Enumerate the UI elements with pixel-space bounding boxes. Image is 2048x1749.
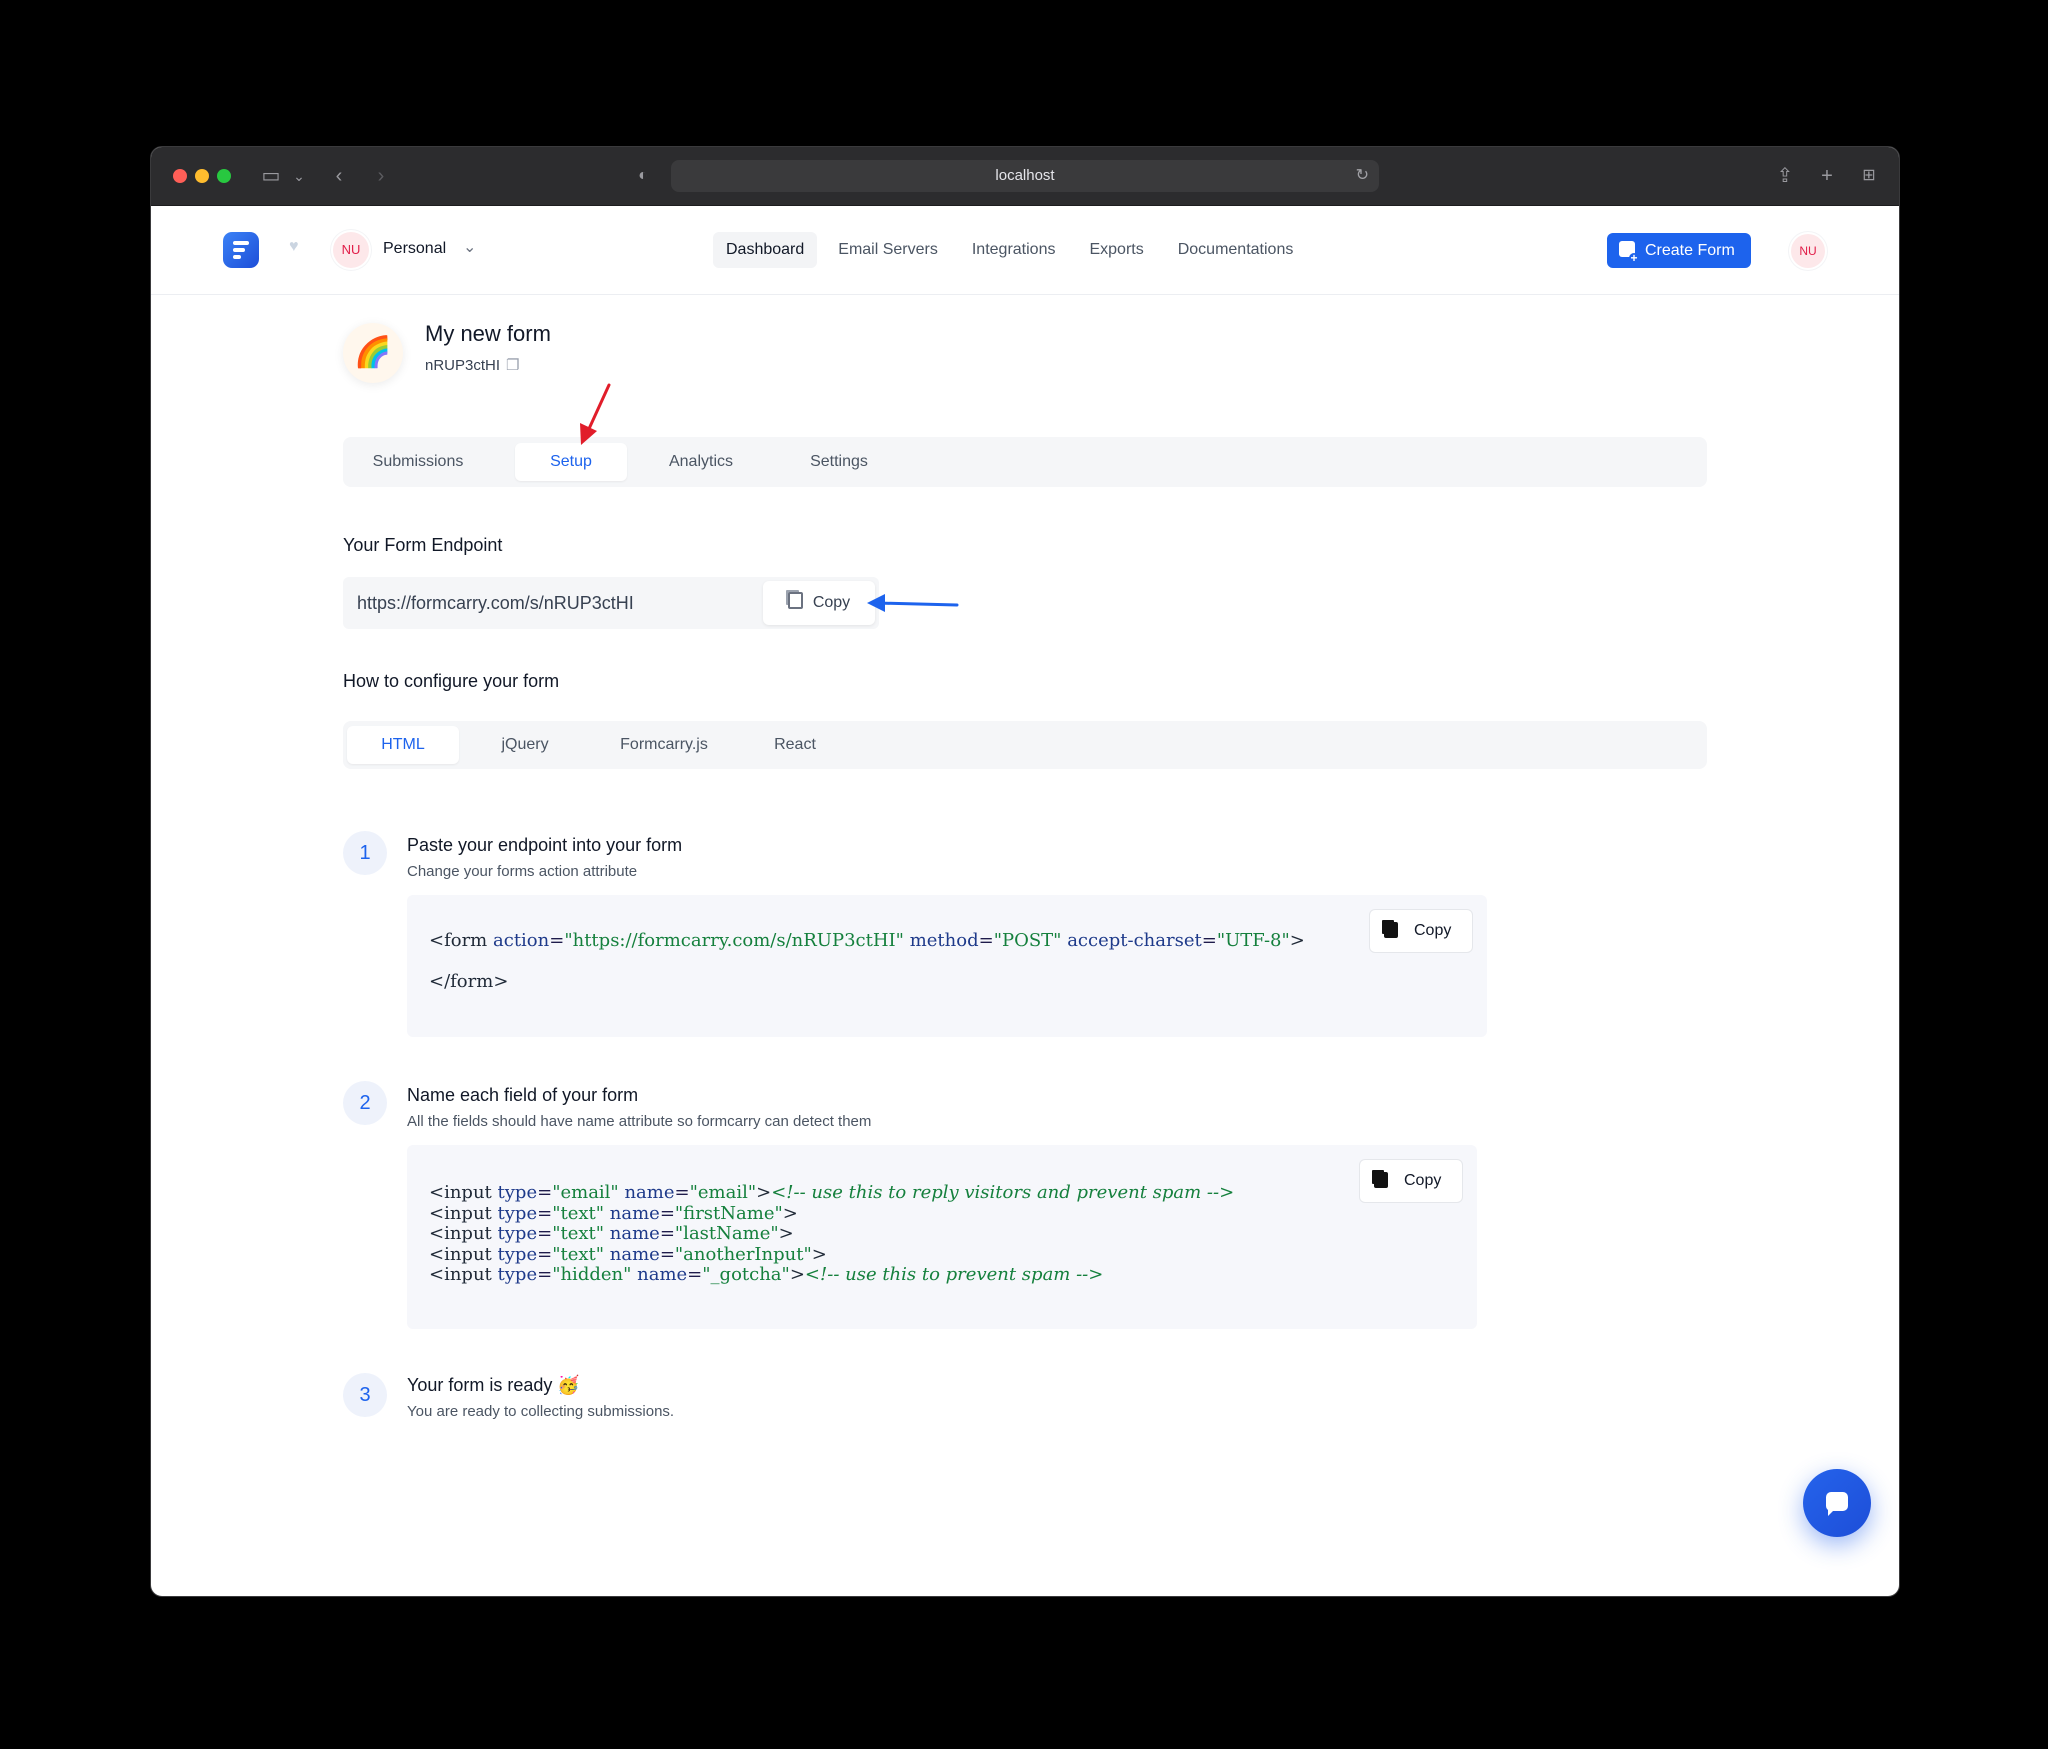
annotation-overlay bbox=[580, 383, 959, 612]
chat-icon bbox=[1826, 1492, 1848, 1516]
blue-arrow bbox=[867, 594, 959, 612]
browser-window: ▭ ⌄ ‹ › ◐ localhost ↻ ⇪ + ⊞ ♥ NU Persona… bbox=[150, 146, 1900, 1597]
chat-button[interactable] bbox=[1803, 1469, 1871, 1537]
red-arrow bbox=[580, 383, 611, 445]
